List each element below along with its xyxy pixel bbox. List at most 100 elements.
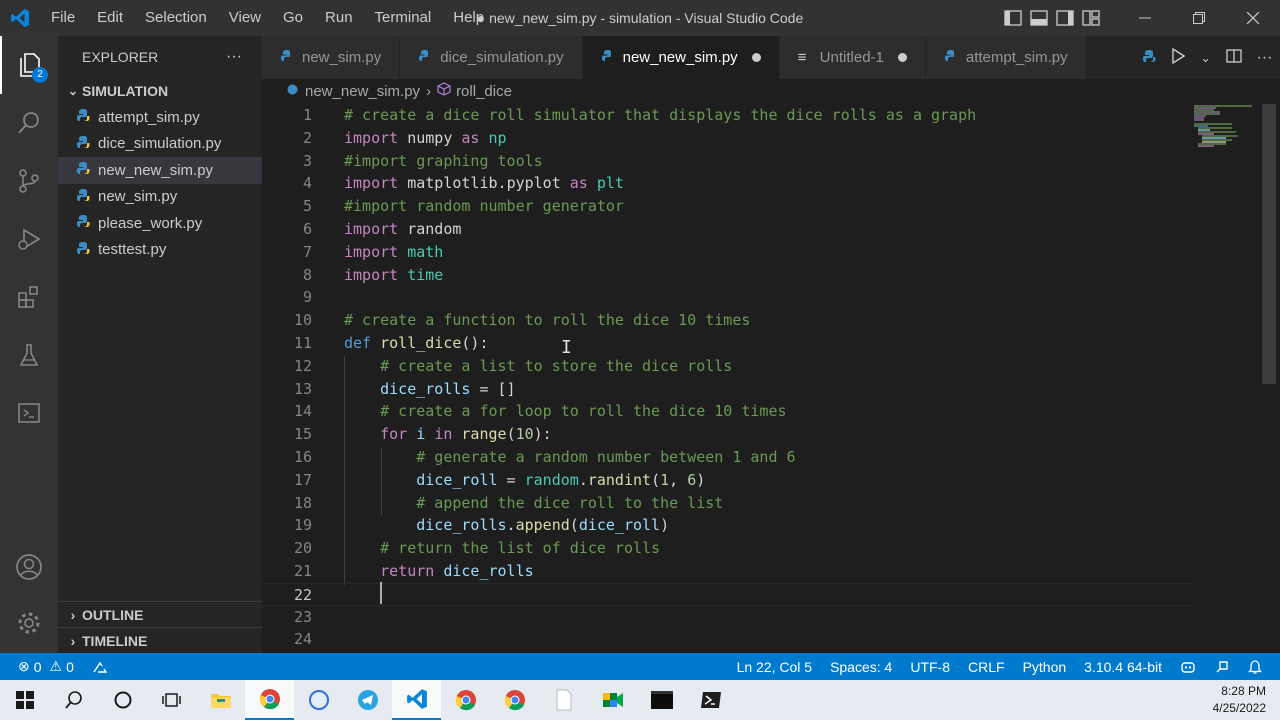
code-line[interactable]: 19 dice_rolls.append(dice_roll) — [262, 514, 1192, 537]
code-line[interactable]: 23 — [262, 606, 1192, 629]
split-editor-icon[interactable] — [1225, 48, 1242, 67]
testing-icon[interactable] — [0, 326, 58, 384]
file-item[interactable]: testtest.py — [58, 237, 262, 264]
code-editor[interactable]: 1 # create a dice roll simulator that dis… — [262, 104, 1280, 653]
source-control-icon[interactable] — [0, 152, 58, 210]
remote-explorer-icon[interactable] — [0, 384, 58, 442]
telegram-icon[interactable] — [343, 680, 392, 720]
tab-new-new-sim-py[interactable]: new_new_sim.py — [582, 36, 780, 79]
breadcrumb-symbol[interactable]: roll_dice — [456, 83, 512, 100]
folder-simulation[interactable]: ⌄ SIMULATION — [58, 78, 262, 104]
menu-run[interactable]: Run — [314, 0, 364, 36]
close-window-button[interactable] — [1226, 0, 1280, 36]
chrome-profile-2-icon[interactable] — [441, 680, 490, 720]
run-python-file-icon[interactable] — [1171, 47, 1186, 67]
code-line[interactable]: 2 import numpy as np — [262, 127, 1192, 150]
system-clock[interactable]: 8:28 PM 4/25/2022 — [1213, 683, 1266, 717]
end-of-line[interactable]: CRLF — [959, 653, 1014, 680]
vscode-taskbar-icon[interactable] — [392, 680, 441, 720]
feedback-icon[interactable] — [1205, 653, 1239, 680]
code-line[interactable]: 5 #import random number generator — [262, 195, 1192, 218]
chrome-profile-3-icon[interactable] — [490, 680, 539, 720]
task-view-icon[interactable] — [147, 680, 196, 720]
code-line[interactable]: 6 import random — [262, 218, 1192, 241]
code-line[interactable]: 10 # create a function to roll the dice 1… — [262, 309, 1192, 332]
tab-dice-simulation-py[interactable]: dice_simulation.py — [400, 36, 583, 79]
run-debug-icon[interactable] — [0, 210, 58, 268]
python-interpreter[interactable]: 3.10.4 64-bit — [1075, 653, 1171, 680]
menu-terminal[interactable]: Terminal — [364, 0, 443, 36]
code-line[interactable]: 21 return dice_rolls — [262, 560, 1192, 583]
chevron-down-icon[interactable]: ⌄ — [1200, 51, 1210, 65]
code-line[interactable]: 3 #import graphing tools — [262, 150, 1192, 173]
powershell-icon[interactable] — [686, 680, 735, 720]
toggle-primary-sidebar-icon[interactable] — [1000, 0, 1026, 36]
timeline-section[interactable]: › TIMELINE — [58, 627, 262, 653]
taskbar-search-icon[interactable] — [49, 680, 98, 720]
toggle-secondary-sidebar-icon[interactable] — [1052, 0, 1078, 36]
notifications-bell-icon[interactable] — [1239, 653, 1280, 680]
cortana-icon[interactable] — [98, 680, 147, 720]
menu-selection[interactable]: Selection — [134, 0, 218, 36]
explorer-icon[interactable]: 2 — [0, 36, 58, 94]
code-line[interactable]: 22 — [262, 582, 1192, 606]
vertical-scrollbar[interactable] — [1262, 104, 1276, 384]
problems-indicator[interactable]: ⊗ 0 ⚠ 0 — [0, 653, 83, 680]
more-actions-icon[interactable]: ··· — [1256, 49, 1272, 67]
unsaved-dot-icon[interactable] — [897, 53, 907, 62]
restore-button[interactable] — [1172, 0, 1226, 36]
explorer-more-icon[interactable]: ··· — [226, 48, 242, 66]
copilot-icon[interactable] — [1171, 653, 1205, 680]
file-item[interactable]: attempt_sim.py — [58, 104, 262, 131]
cursor-position[interactable]: Ln 22, Col 5 — [728, 653, 822, 680]
code-line[interactable]: 16 # generate a random number between 1 … — [262, 446, 1192, 469]
file-item[interactable]: new_new_sim.py — [58, 157, 262, 184]
tab-attempt-sim-py[interactable]: attempt_sim.py — [925, 36, 1087, 79]
minimize-button[interactable] — [1118, 0, 1172, 36]
indentation[interactable]: Spaces: 4 — [821, 653, 901, 680]
chat-app-icon[interactable] — [294, 680, 343, 720]
extensions-icon[interactable] — [0, 268, 58, 326]
code-line[interactable]: 1 # create a dice roll simulator that dis… — [262, 104, 1192, 127]
toggle-panel-icon[interactable] — [1026, 0, 1052, 36]
customize-layout-icon[interactable] — [1078, 0, 1104, 36]
minimap[interactable] — [1192, 104, 1262, 653]
code-line[interactable]: 24 — [262, 628, 1192, 651]
windows-start-icon[interactable] — [0, 680, 49, 720]
menu-help[interactable]: Help — [442, 0, 495, 36]
terminal-icon[interactable] — [637, 680, 686, 720]
chrome-icon[interactable] — [245, 680, 294, 720]
menu-go[interactable]: Go — [272, 0, 314, 36]
language-mode[interactable]: Python — [1014, 653, 1076, 680]
code-line[interactable]: 17 dice_roll = random.randint(1, 6) — [262, 469, 1192, 492]
manage-gear-icon[interactable] — [0, 594, 58, 652]
accounts-icon[interactable] — [0, 538, 58, 596]
tab-new-sim-py[interactable]: new_sim.py — [262, 36, 401, 79]
unsaved-dot-icon[interactable] — [751, 53, 761, 62]
code-line[interactable]: 14 # create a for loop to roll the dice … — [262, 400, 1192, 423]
code-line[interactable]: 7 import math — [262, 241, 1192, 264]
code-line[interactable]: 20 # return the list of dice rolls — [262, 537, 1192, 560]
code-line[interactable]: 4 import matplotlib.pyplot as plt — [262, 172, 1192, 195]
notepad-icon[interactable] — [539, 680, 588, 720]
code-line[interactable]: 12 # create a list to store the dice rol… — [262, 355, 1192, 378]
code-line[interactable]: 11 def roll_dice(): — [262, 332, 1192, 355]
search-icon[interactable] — [0, 94, 58, 152]
file-item[interactable]: please_work.py — [58, 210, 262, 237]
breadcrumb-file[interactable]: new_new_sim.py — [305, 83, 420, 100]
code-line[interactable]: 13 dice_rolls = [] — [262, 378, 1192, 401]
code-line[interactable]: 9 — [262, 286, 1192, 309]
code-line[interactable]: 18 # append the dice roll to the list — [262, 492, 1192, 515]
file-explorer-icon[interactable] — [196, 680, 245, 720]
meet-icon[interactable] — [588, 680, 637, 720]
live-share-icon[interactable] — [83, 653, 117, 680]
file-item[interactable]: dice_simulation.py — [58, 131, 262, 158]
outline-section[interactable]: › OUTLINE — [58, 601, 262, 627]
code-line[interactable]: 15 for i in range(10): — [262, 423, 1192, 446]
menu-view[interactable]: View — [218, 0, 272, 36]
menu-file[interactable]: File — [40, 0, 86, 36]
code-line[interactable]: 8 import time — [262, 264, 1192, 287]
menu-edit[interactable]: Edit — [86, 0, 134, 36]
encoding[interactable]: UTF-8 — [901, 653, 959, 680]
file-item[interactable]: new_sim.py — [58, 184, 262, 211]
